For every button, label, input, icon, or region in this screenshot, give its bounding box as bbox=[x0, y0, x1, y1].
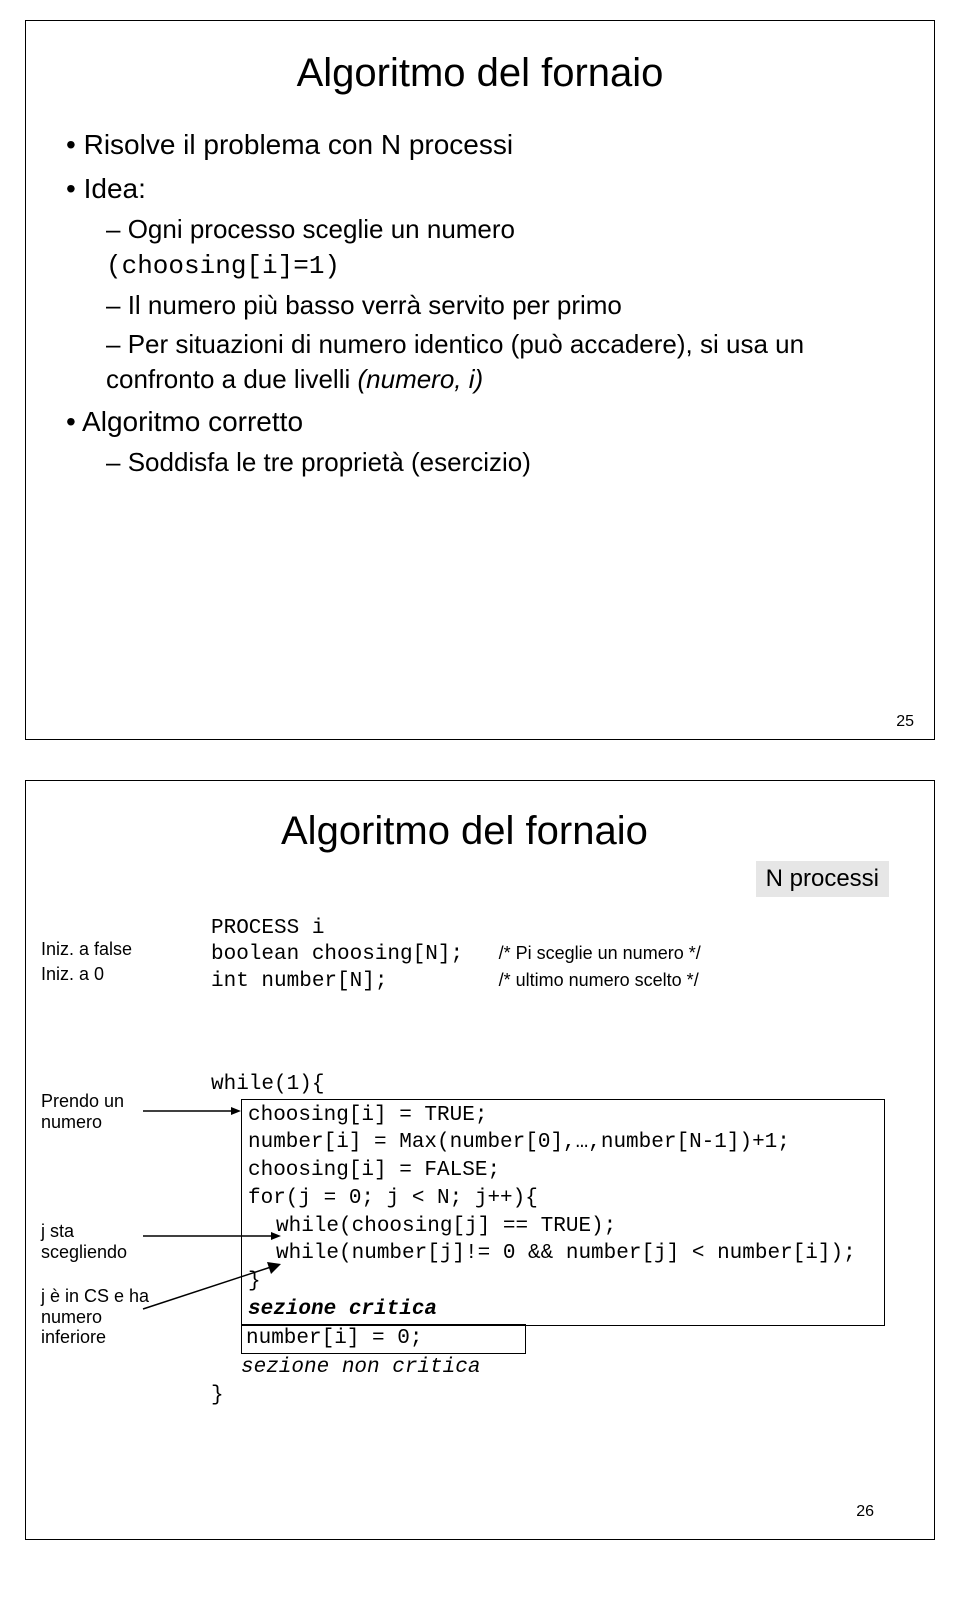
code-line: boolean choosing[N]; /* Pi sceglie un nu… bbox=[211, 942, 701, 968]
code-line: choosing[i] = FALSE; bbox=[248, 1157, 878, 1185]
code-line: while(choosing[j] == TRUE); bbox=[248, 1213, 878, 1241]
code-line: } bbox=[248, 1268, 878, 1296]
slide-25: Algoritmo del fornaio Risolve il problem… bbox=[25, 20, 935, 740]
slide1-title: Algoritmo del fornaio bbox=[66, 51, 894, 96]
note-init-0: Iniz. a 0 bbox=[41, 964, 161, 985]
code-line: while(number[j]!= 0 && number[j] < numbe… bbox=[248, 1240, 878, 1268]
bullet-algoritmo-corretto: Algoritmo corretto Soddisfa le tre propr… bbox=[66, 403, 894, 480]
declarations: PROCESS i boolean choosing[N]; /* Pi sce… bbox=[211, 916, 701, 995]
slide-26: Algoritmo del fornaio N processi Iniz. a… bbox=[25, 780, 935, 1540]
code-line: number[i] = Max(number[0],…,number[N-1])… bbox=[248, 1129, 878, 1157]
code-line: while(1){ bbox=[211, 1071, 891, 1099]
code-line: } bbox=[211, 1382, 891, 1410]
bullet-risolve: Risolve il problema con N processi bbox=[66, 126, 894, 164]
slide1-bullets: Risolve il problema con N processi Idea:… bbox=[66, 126, 894, 480]
page-number: 25 bbox=[896, 713, 914, 731]
bullet-soddisfa: Soddisfa le tre proprietà (esercizio) bbox=[106, 445, 894, 480]
code-line: sezione non critica bbox=[241, 1354, 891, 1382]
code-line: int number[N]; /* ultimo numero scelto *… bbox=[211, 969, 701, 995]
bullet-idea-2: Il numero più basso verrà servito per pr… bbox=[106, 288, 894, 323]
code-line: sezione critica bbox=[248, 1296, 878, 1324]
page-number: 26 bbox=[856, 1503, 874, 1521]
code-line: PROCESS i bbox=[211, 916, 701, 942]
bullet-idea-1: Ogni processo sceglie un numero (choosin… bbox=[106, 212, 894, 284]
code-box-bottom: number[i] = 0; bbox=[241, 1324, 526, 1354]
slide2-title: Algoritmo del fornaio bbox=[281, 809, 648, 854]
code-block: while(1){ choosing[i] = TRUE; number[i] … bbox=[211, 1071, 891, 1410]
n-processi-badge: N processi bbox=[756, 861, 889, 897]
code-line: for(j = 0; j < N; j++){ bbox=[248, 1185, 878, 1213]
code-box-top: choosing[i] = TRUE; number[i] = Max(numb… bbox=[241, 1099, 885, 1327]
code-line: number[i] = 0; bbox=[246, 1325, 521, 1353]
bullet-idea: Idea: Ogni processo sceglie un numero (c… bbox=[66, 170, 894, 397]
note-init-false: Iniz. a false bbox=[41, 939, 161, 960]
bullet-idea-3: Per situazioni di numero identico (può a… bbox=[106, 327, 894, 397]
code-line: choosing[i] = TRUE; bbox=[248, 1102, 878, 1130]
